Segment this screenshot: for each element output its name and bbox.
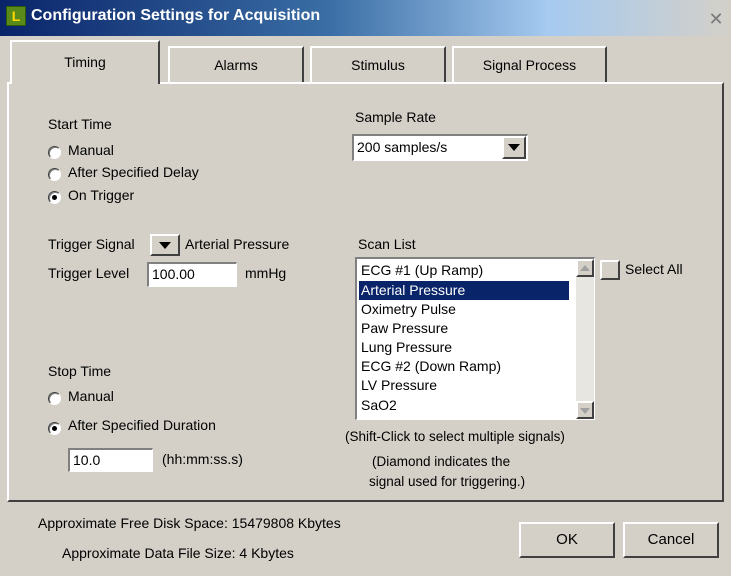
list-item[interactable]: LV Pressure — [359, 376, 569, 395]
ok-button[interactable]: OK — [519, 522, 615, 558]
trigger-signal-value: Arterial Pressure — [185, 236, 290, 252]
list-item[interactable]: Paw Pressure — [359, 319, 569, 338]
trigger-level-value: 100.00 — [152, 266, 195, 282]
start-delay-radio[interactable] — [48, 168, 61, 181]
select-all-label: Select All — [625, 261, 683, 277]
free-disk-space: Approximate Free Disk Space: 15479808 Kb… — [38, 515, 341, 531]
duration-value: 10.0 — [73, 452, 101, 468]
trigger-signal-label: Trigger Signal — [48, 236, 135, 252]
scan-list-label: Scan List — [358, 236, 416, 252]
list-item[interactable]: Lung Pressure — [359, 338, 569, 357]
stop-manual-radio[interactable] — [48, 392, 61, 405]
diamond-hint-line1: (Diamond indicates the — [372, 454, 511, 469]
diamond-hint-line2: signal used for triggering.) — [369, 474, 526, 489]
start-trigger-label: On Trigger — [68, 187, 135, 203]
sample-rate-label: Sample Rate — [355, 109, 436, 125]
stop-duration-label: After Specified Duration — [68, 417, 216, 433]
arrow-down-icon — [580, 408, 590, 414]
list-item[interactable]: SaO2 — [359, 396, 569, 415]
tab-timing[interactable]: Timing — [10, 40, 160, 84]
select-all-checkbox[interactable] — [600, 260, 620, 280]
chevron-down-icon — [159, 242, 171, 249]
cancel-button[interactable]: Cancel — [623, 522, 719, 558]
list-item[interactable]: Oximetry Pulse — [359, 300, 569, 319]
sample-rate-dropdown-button[interactable] — [502, 136, 526, 159]
list-item-selected[interactable]: Arterial Pressure — [359, 281, 569, 300]
tab-stimulus[interactable]: Stimulus — [310, 46, 446, 84]
start-manual-label: Manual — [68, 142, 114, 158]
start-time-label: Start Time — [48, 116, 112, 132]
arrow-up-icon — [580, 265, 590, 271]
scan-list[interactable]: ECG #1 (Up Ramp) Arterial Pressure Oxime… — [355, 257, 595, 420]
stop-manual-label: Manual — [68, 388, 114, 404]
trigger-signal-dropdown-button[interactable] — [150, 234, 180, 256]
list-item[interactable]: ECG #1 (Up Ramp) — [359, 261, 569, 280]
trigger-level-label: Trigger Level — [48, 265, 130, 281]
duration-unit: (hh:mm:ss.s) — [162, 451, 243, 467]
scroll-down-button[interactable] — [576, 401, 594, 419]
trigger-level-unit: mmHg — [245, 265, 287, 281]
scroll-up-button[interactable] — [576, 259, 594, 277]
tab-signal-process[interactable]: Signal Process — [452, 46, 607, 84]
title-bar: L Configuration Settings for Acquisition — [0, 0, 731, 36]
active-tab-joiner — [12, 82, 158, 86]
app-icon: L — [6, 6, 26, 26]
close-icon[interactable]: ✕ — [705, 9, 727, 31]
chevron-down-icon — [508, 144, 520, 151]
start-delay-label: After Specified Delay — [68, 164, 199, 180]
scan-list-scrollbar[interactable] — [576, 259, 594, 419]
stop-duration-radio[interactable] — [48, 422, 61, 435]
data-file-size: Approximate Data File Size: 4 Kbytes — [62, 545, 294, 561]
window-title: Configuration Settings for Acquisition — [31, 7, 321, 24]
start-manual-radio[interactable] — [48, 146, 61, 159]
stop-time-label: Stop Time — [48, 363, 112, 379]
list-item[interactable]: ECG #2 (Down Ramp) — [359, 357, 569, 376]
scan-list-hint: (Shift-Click to select multiple signals) — [345, 429, 565, 444]
start-trigger-radio[interactable] — [48, 191, 61, 204]
sample-rate-value: 200 samples/s — [357, 139, 448, 155]
trigger-level-input[interactable]: 100.00 — [147, 262, 237, 287]
tab-alarms[interactable]: Alarms — [168, 46, 304, 84]
duration-input[interactable]: 10.0 — [68, 448, 153, 472]
